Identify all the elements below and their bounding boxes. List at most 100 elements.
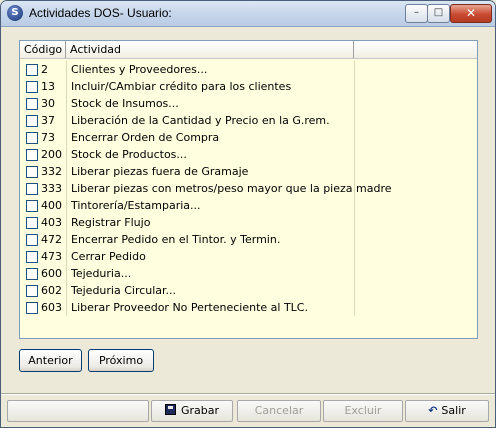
previous-button[interactable]: Anterior <box>19 349 82 372</box>
activity-name: Clientes y Proveedores... <box>71 63 208 76</box>
activity-code: 37 <box>41 114 55 127</box>
activity-cell: Liberar piezas fuera de Gramaje <box>66 163 355 180</box>
delete-button-label: Excluir <box>344 404 382 417</box>
exit-button[interactable]: ↶ Salir <box>405 400 489 422</box>
activity-cell: Incluir/CAmbiar crédito para los cliente… <box>66 78 355 95</box>
table-row[interactable]: 472 Encerrar Pedido en el Tintor. y Termi… <box>20 231 477 248</box>
maximize-button[interactable]: □ <box>427 4 450 23</box>
code-cell: 333 <box>20 180 67 197</box>
activity-code: 603 <box>41 301 62 314</box>
row-checkbox[interactable] <box>26 285 38 297</box>
code-cell: 603 <box>20 299 67 316</box>
status-panel <box>7 400 149 422</box>
activity-code: 333 <box>41 182 62 195</box>
code-cell: 30 <box>20 95 67 112</box>
activity-cell: Tintorería/Estamparia... <box>66 197 355 214</box>
activity-code: 13 <box>41 80 55 93</box>
table-row[interactable]: 200 Stock de Productos... <box>20 146 477 163</box>
row-checkbox[interactable] <box>26 268 38 280</box>
floppy-disk-icon <box>164 404 176 415</box>
code-cell: 37 <box>20 112 67 129</box>
activity-name: Tejeduria... <box>71 267 132 280</box>
row-checkbox[interactable] <box>26 183 38 195</box>
row-checkbox[interactable] <box>26 132 38 144</box>
activity-name: Incluir/CAmbiar crédito para los cliente… <box>71 80 292 93</box>
table-row[interactable]: 73 Encerrar Orden de Compra <box>20 129 477 146</box>
code-cell: 403 <box>20 214 67 231</box>
row-checkbox[interactable] <box>26 64 38 76</box>
table-row[interactable]: 603 Liberar Proveedor No Perteneciente al… <box>20 299 477 316</box>
activity-code: 473 <box>41 250 62 263</box>
row-checkbox[interactable] <box>26 115 38 127</box>
activity-name: Liberar piezas fuera de Gramaje <box>71 165 249 178</box>
app-logo-icon: S <box>7 5 23 21</box>
activity-cell: Tejeduria... <box>66 265 355 282</box>
code-cell: 13 <box>20 78 67 95</box>
activity-name: Tintorería/Estamparia... <box>71 199 201 212</box>
title-bar[interactable]: S Actividades DOS- Usuario: – □ ✕ <box>1 1 495 27</box>
maximize-icon: □ <box>433 7 444 18</box>
code-cell: 600 <box>20 265 67 282</box>
activity-code: 400 <box>41 199 62 212</box>
separator <box>1 393 495 395</box>
code-cell: 2 <box>20 61 67 78</box>
row-checkbox[interactable] <box>26 166 38 178</box>
activity-cell: Registrar Flujo <box>66 214 355 231</box>
table-row[interactable]: 13 Incluir/CAmbiar crédito para los clien… <box>20 78 477 95</box>
activity-name: Cerrar Pedido <box>71 250 146 263</box>
column-header-activity[interactable]: Actividad <box>66 41 354 58</box>
table-row[interactable]: 473 Cerrar Pedido <box>20 248 477 265</box>
code-cell: 400 <box>20 197 67 214</box>
activity-name: Liberar Proveedor No Perteneciente al TL… <box>71 301 308 314</box>
activity-cell: Clientes y Proveedores... <box>66 61 355 78</box>
row-checkbox[interactable] <box>26 234 38 246</box>
row-checkbox[interactable] <box>26 217 38 229</box>
row-checkbox[interactable] <box>26 251 38 263</box>
table-row[interactable]: 403 Registrar Flujo <box>20 214 477 231</box>
row-checkbox[interactable] <box>26 81 38 93</box>
activities-grid[interactable]: Código Actividad 2 Clientes y Proveedores… <box>19 40 478 339</box>
activity-name: Tejeduria Circular... <box>71 284 177 297</box>
activity-name: Liberación de la Cantidad y Precio en la… <box>71 114 330 127</box>
activity-name: Encerrar Pedido en el Tintor. y Termin. <box>71 233 281 246</box>
save-button[interactable]: Grabar <box>151 400 233 422</box>
code-cell: 602 <box>20 282 67 299</box>
delete-button[interactable]: Excluir <box>323 400 403 422</box>
table-row[interactable]: 400 Tintorería/Estamparia... <box>20 197 477 214</box>
table-row[interactable]: 332 Liberar piezas fuera de Gramaje <box>20 163 477 180</box>
table-row[interactable]: 602 Tejeduria Circular... <box>20 282 477 299</box>
column-header-code[interactable]: Código <box>20 41 66 58</box>
activity-cell: Tejeduria Circular... <box>66 282 355 299</box>
table-row[interactable]: 30 Stock de Insumos... <box>20 95 477 112</box>
activity-code: 602 <box>41 284 62 297</box>
activity-cell: Encerrar Pedido en el Tintor. y Termin. <box>66 231 355 248</box>
close-button[interactable]: ✕ <box>450 4 492 23</box>
activity-name: Liberar piezas con metros/peso mayor que… <box>71 182 392 195</box>
minimize-button[interactable]: – <box>405 4 428 23</box>
window-title: Actividades DOS- Usuario: <box>29 6 172 20</box>
row-checkbox[interactable] <box>26 302 38 314</box>
activity-code: 403 <box>41 216 62 229</box>
row-checkbox[interactable] <box>26 149 38 161</box>
bottom-toolbar: Grabar Cancelar Excluir ↶ Salir <box>1 400 495 424</box>
grid-header: Código Actividad <box>20 41 477 59</box>
code-cell: 473 <box>20 248 67 265</box>
save-button-label: Grabar <box>180 404 220 417</box>
exit-button-label: Salir <box>441 404 466 417</box>
table-row[interactable]: 333 Liberar piezas con metros/peso mayor … <box>20 180 477 197</box>
activity-code: 2 <box>41 63 48 76</box>
activity-cell: Cerrar Pedido <box>66 248 355 265</box>
table-row[interactable]: 37 Liberación de la Cantidad y Precio en … <box>20 112 477 129</box>
next-button[interactable]: Próximo <box>88 349 154 372</box>
table-row[interactable]: 2 Clientes y Proveedores... <box>20 61 477 78</box>
row-checkbox[interactable] <box>26 200 38 212</box>
code-cell: 73 <box>20 129 67 146</box>
code-cell: 472 <box>20 231 67 248</box>
close-icon: ✕ <box>465 6 477 20</box>
column-header-extra[interactable] <box>354 41 477 58</box>
activity-code: 472 <box>41 233 62 246</box>
row-checkbox[interactable] <box>26 98 38 110</box>
cancel-button[interactable]: Cancelar <box>237 400 321 422</box>
table-row[interactable]: 600 Tejeduria... <box>20 265 477 282</box>
next-button-label: Próximo <box>98 354 144 367</box>
